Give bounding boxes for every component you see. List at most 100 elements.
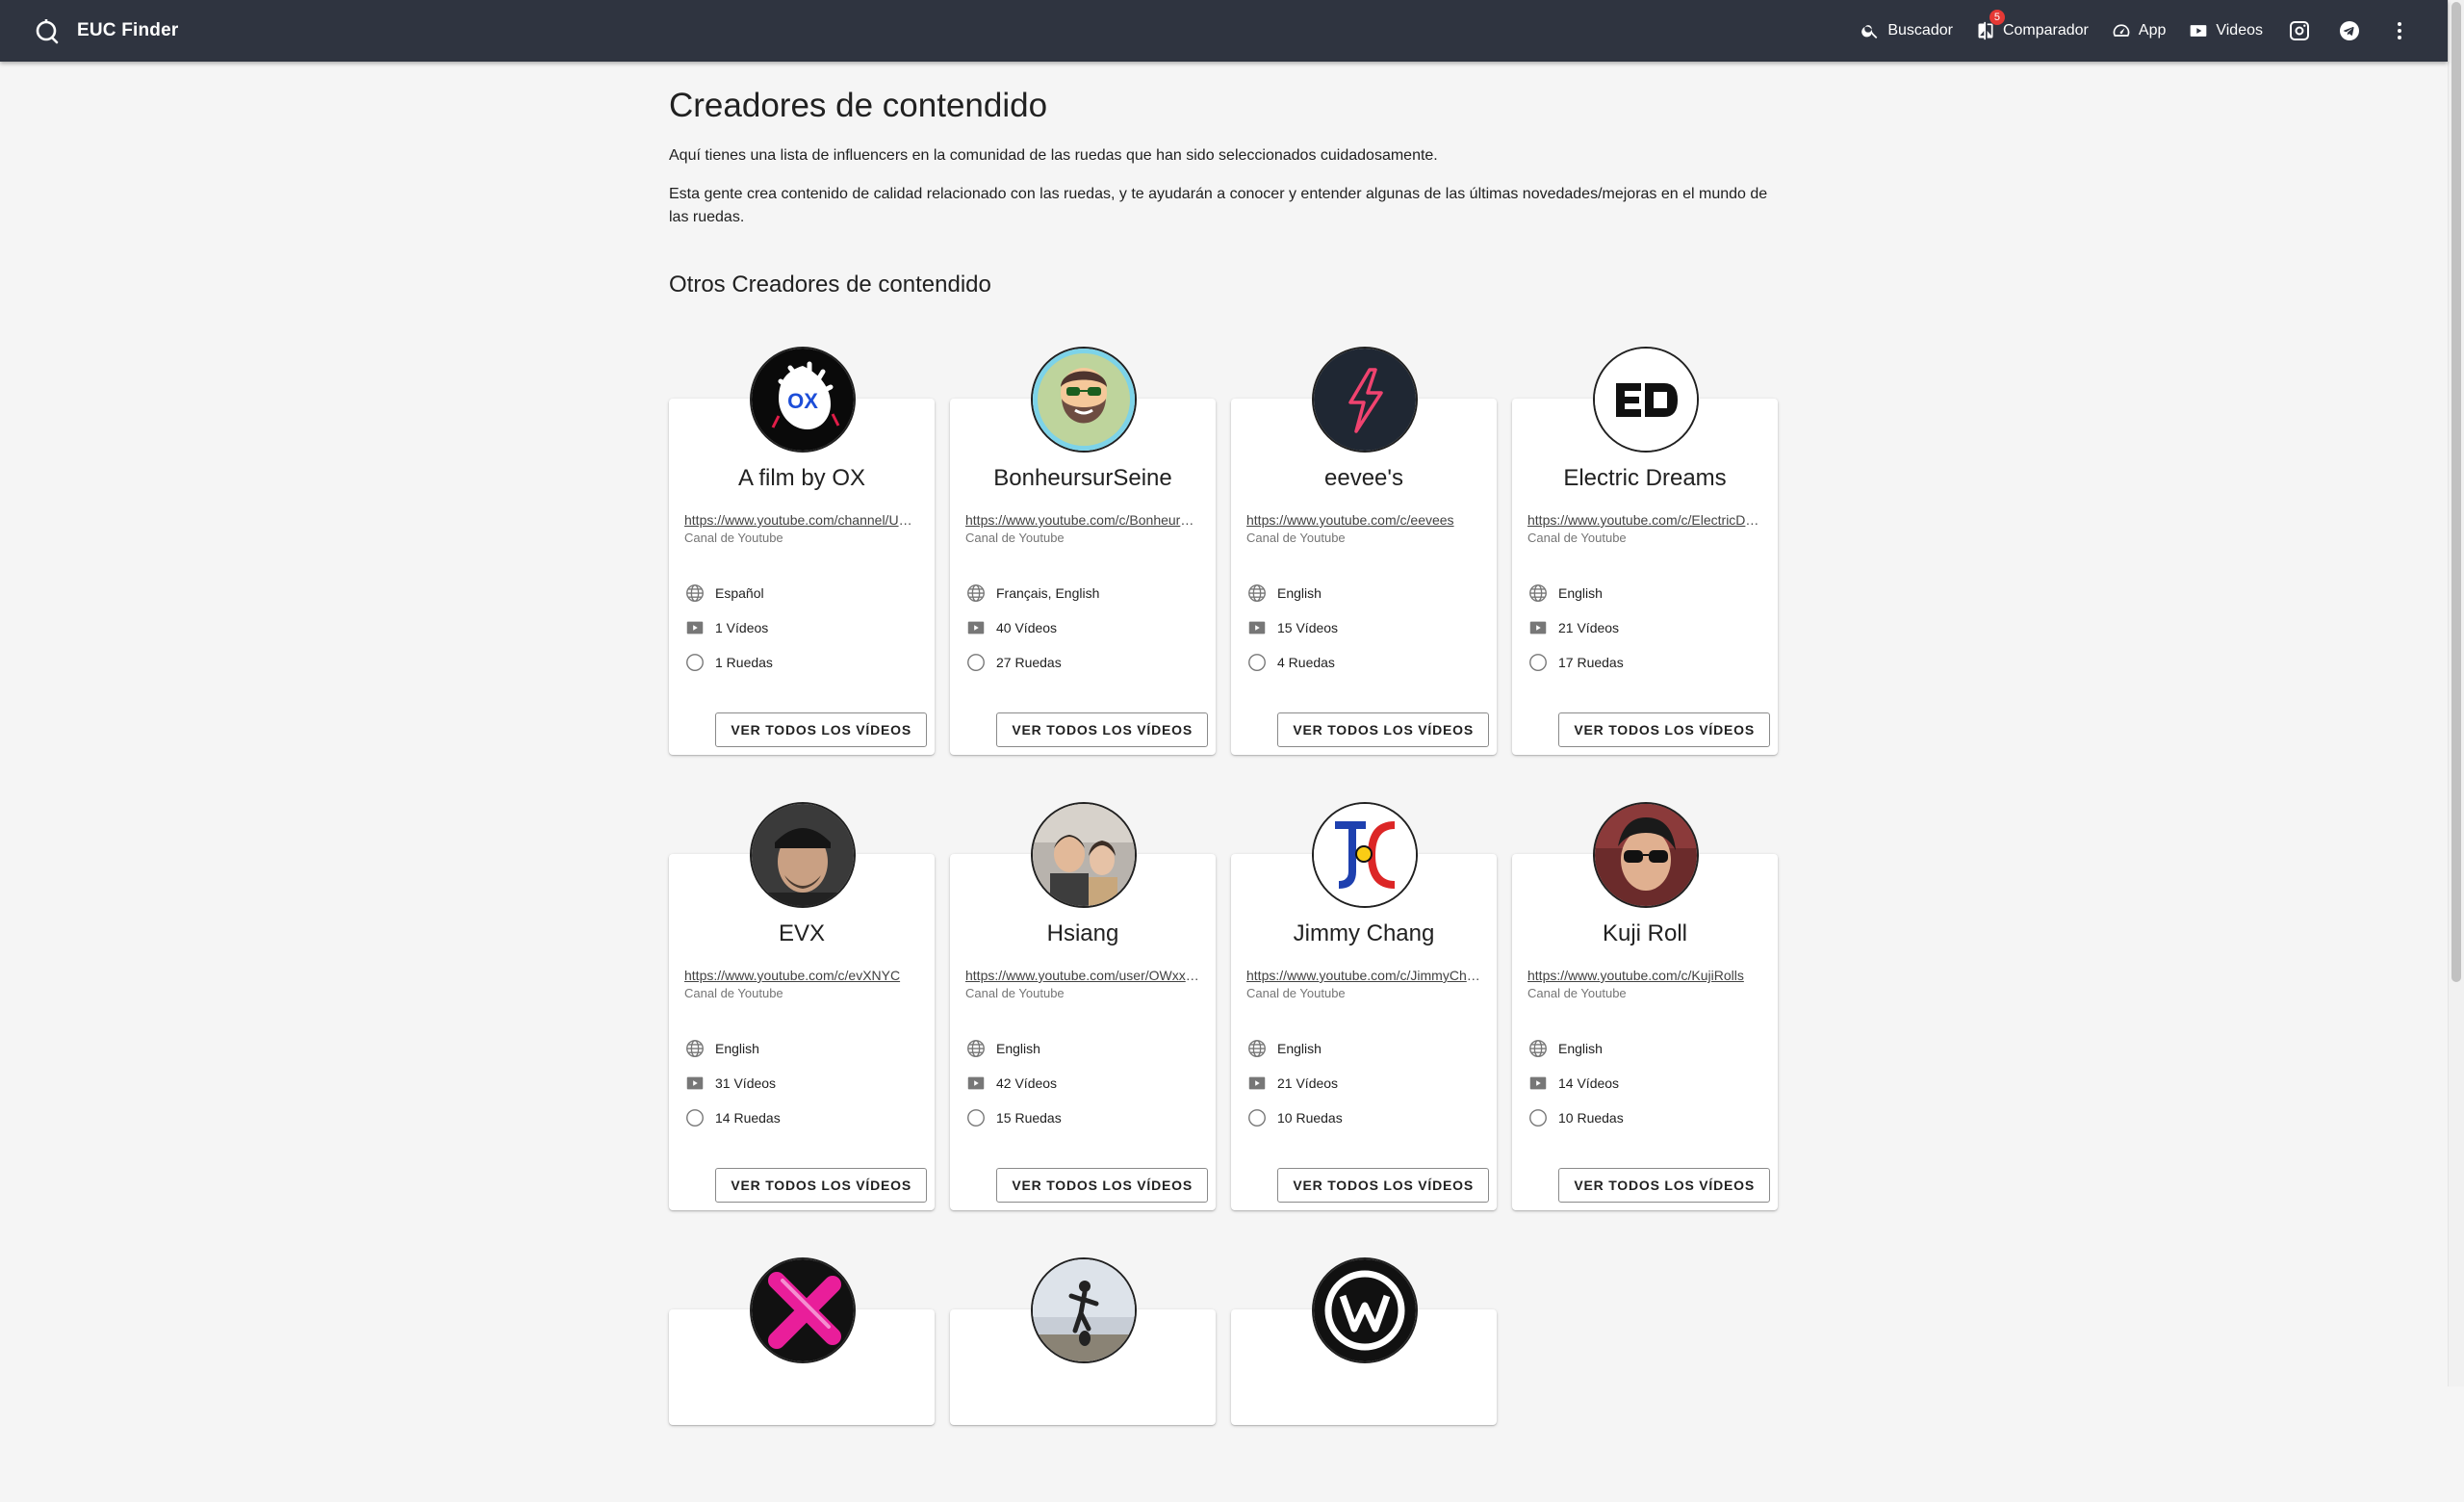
video-icon — [1529, 621, 1547, 634]
view-all-videos-button[interactable]: VER TODOS LOS VÍDEOS — [715, 1168, 927, 1203]
nav-comparador[interactable]: 5 Comparador — [1964, 0, 2100, 62]
language-row: English — [1246, 583, 1322, 604]
wheels-row: 15 Ruedas — [965, 1107, 1062, 1128]
telegram-icon — [2340, 21, 2359, 40]
globe-icon — [1248, 584, 1266, 602]
channel-type: Canal de Youtube — [965, 986, 1065, 1000]
rider-photo-icon — [1033, 1259, 1135, 1361]
globe-icon — [686, 584, 704, 602]
channel-link[interactable]: https://www.youtube.com/c/BonheursurSein… — [965, 511, 1200, 529]
videos-count: 14 Vídeos — [1558, 1075, 1620, 1091]
videos-count: 1 Vídeos — [715, 620, 769, 635]
videos-row: 15 Vídeos — [1246, 617, 1338, 638]
wheels-row: 10 Ruedas — [1246, 1107, 1343, 1128]
sunglasses-photo-icon — [1595, 804, 1697, 906]
creator-avatar[interactable] — [750, 1257, 856, 1363]
channel-link[interactable]: https://www.youtube.com/c/evXNYC — [684, 967, 919, 984]
creator-card — [950, 1257, 1216, 1425]
creator-avatar[interactable] — [1031, 1257, 1137, 1363]
creator-card: Hsiang https://www.youtube.com/user/OWxx… — [950, 802, 1216, 1210]
video-icon — [967, 1076, 985, 1090]
globe-icon — [967, 1040, 985, 1057]
view-all-videos-button[interactable]: VER TODOS LOS VÍDEOS — [1277, 712, 1489, 747]
scrollbar-thumb[interactable] — [2451, 2, 2461, 982]
creator-name: EVX — [778, 920, 826, 946]
language-text: Español — [715, 585, 764, 601]
wheels-row: 14 Ruedas — [684, 1107, 781, 1128]
language-row: English — [684, 1038, 759, 1059]
channel-link[interactable]: https://www.youtube.com/channel/UCxxxxxx… — [684, 511, 919, 529]
creator-avatar[interactable] — [1593, 802, 1699, 908]
channel-link[interactable]: https://www.youtube.com/c/eevees — [1246, 511, 1481, 529]
nav-app[interactable]: App — [2100, 0, 2177, 62]
pink-x-logo-icon — [752, 1259, 854, 1361]
creator-name: Electric Dreams — [1563, 465, 1727, 491]
app-title: EUC Finder — [77, 20, 179, 40]
creator-card — [669, 1257, 935, 1425]
creator-name: Hsiang — [1046, 920, 1119, 946]
nav-telegram[interactable] — [2324, 0, 2374, 62]
language-text: English — [1277, 1041, 1322, 1056]
creator-card: EVX https://www.youtube.com/c/evXNYC Can… — [669, 802, 935, 1210]
nav-app-label: App — [2138, 22, 2167, 39]
comparador-badge: 5 — [1989, 10, 2005, 25]
creator-avatar[interactable] — [1312, 347, 1418, 453]
page-scrollbar[interactable] — [2448, 0, 2464, 1386]
channel-link[interactable]: https://www.youtube.com/c/JimmyChang — [1246, 967, 1481, 984]
creator-avatar[interactable]: OX — [750, 347, 856, 453]
nav-instagram[interactable] — [2274, 0, 2324, 62]
creator-name: Kuji Roll — [1602, 920, 1688, 946]
creators-grid: OX A film by OX https://www.youtube.com/… — [669, 347, 1785, 1502]
language-text: English — [996, 1041, 1040, 1056]
video-icon — [1529, 1076, 1547, 1090]
globe-icon — [1248, 1040, 1266, 1057]
view-all-videos-button[interactable]: VER TODOS LOS VÍDEOS — [996, 712, 1208, 747]
wheel-icon — [1248, 654, 1266, 671]
creator-name: A film by OX — [737, 465, 866, 491]
channel-link[interactable]: https://www.youtube.com/c/ElectricDreams — [1527, 511, 1762, 529]
creator-avatar[interactable] — [1031, 802, 1137, 908]
creator-card: Kuji Roll https://www.youtube.com/c/Kuji… — [1512, 802, 1778, 1210]
creator-avatar[interactable] — [1312, 1257, 1418, 1363]
globe-icon — [1529, 584, 1547, 602]
view-all-videos-button[interactable]: VER TODOS LOS VÍDEOS — [715, 712, 927, 747]
creator-avatar[interactable] — [1593, 347, 1699, 453]
videos-count: 42 Vídeos — [996, 1075, 1058, 1091]
channel-link[interactable]: https://www.youtube.com/user/OWxxxxxxxx — [965, 967, 1200, 984]
wheels-count: 14 Ruedas — [715, 1110, 781, 1126]
section-title: Otros Creadores de contendido — [669, 272, 991, 298]
globe-icon — [1529, 1040, 1547, 1057]
creator-avatar[interactable] — [1031, 347, 1137, 453]
nav-videos[interactable]: Videos — [2177, 0, 2274, 62]
wheels-count: 17 Ruedas — [1558, 655, 1624, 670]
videos-row: 31 Vídeos — [684, 1073, 776, 1094]
creator-avatar[interactable] — [1312, 802, 1418, 908]
search-icon — [1861, 25, 1878, 39]
page-title: Creadores de contendido — [669, 87, 1048, 124]
view-all-videos-button[interactable]: VER TODOS LOS VÍDEOS — [996, 1168, 1208, 1203]
wheels-row: 10 Ruedas — [1527, 1107, 1624, 1128]
language-row: English — [965, 1038, 1040, 1059]
nav-buscador[interactable]: Buscador — [1849, 0, 1964, 62]
view-all-videos-button[interactable]: VER TODOS LOS VÍDEOS — [1558, 712, 1770, 747]
wheel-icon — [686, 654, 704, 671]
couple-photo-icon — [1033, 804, 1135, 906]
creator-avatar[interactable] — [750, 802, 856, 908]
brand[interactable]: EUC Finder — [33, 17, 178, 44]
nav-more[interactable] — [2374, 0, 2425, 62]
nav-videos-label: Videos — [2216, 22, 2263, 39]
wheel-icon — [1529, 1109, 1547, 1126]
creator-name: BonheursurSeine — [993, 465, 1172, 491]
more-vert-icon — [2398, 22, 2401, 39]
view-all-videos-button[interactable]: VER TODOS LOS VÍDEOS — [1277, 1168, 1489, 1203]
nav-comparador-label: Comparador — [2002, 22, 2089, 39]
channel-link[interactable]: https://www.youtube.com/c/KujiRolls — [1527, 967, 1762, 984]
language-row: English — [1527, 583, 1603, 604]
globe-icon — [686, 1040, 704, 1057]
wheels-count: 1 Ruedas — [715, 655, 773, 670]
view-all-videos-button[interactable]: VER TODOS LOS VÍDEOS — [1558, 1168, 1770, 1203]
video-icon — [686, 621, 704, 634]
wheels-row: 17 Ruedas — [1527, 652, 1624, 673]
wheels-count: 4 Ruedas — [1277, 655, 1335, 670]
speedometer-icon — [2113, 24, 2130, 37]
